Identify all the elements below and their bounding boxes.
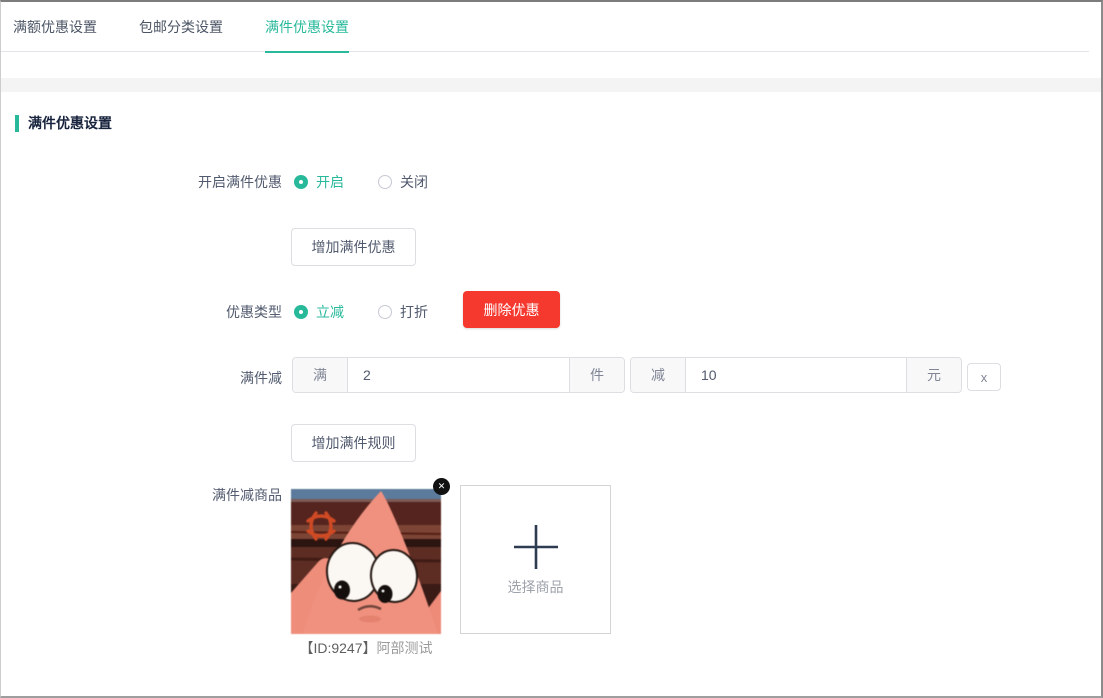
- select-product-button[interactable]: 选择商品: [460, 485, 611, 634]
- product-name: 阿部测试: [376, 640, 433, 656]
- product-image: [291, 489, 441, 634]
- radio-on-label: 开启: [316, 174, 344, 190]
- products-label: 满件减商品: [212, 487, 282, 503]
- add-rule-button[interactable]: 增加满件规则: [291, 424, 416, 462]
- type-radio-group: 立减 打折: [294, 302, 462, 322]
- section-header: 满件优惠设置: [15, 113, 112, 133]
- radio-percent-off-label: 打折: [400, 304, 428, 320]
- delete-discount-button[interactable]: 删除优惠: [463, 291, 560, 328]
- plus-icon: [513, 525, 558, 569]
- product-caption: 【ID:9247】阿部测试: [281, 638, 451, 658]
- section-divider: [1, 78, 1101, 92]
- quantity-input-group: 满 件: [292, 357, 625, 393]
- radio-selected-icon: [294, 175, 308, 189]
- tab-quantity-discount[interactable]: 满件优惠设置: [265, 2, 349, 53]
- enable-discount-label: 开启满件优惠: [198, 174, 282, 190]
- tab-full-amount-discount[interactable]: 满额优惠设置: [13, 2, 97, 52]
- section-accent-bar: [15, 114, 19, 132]
- amount-prefix-label: 减: [631, 358, 686, 392]
- amount-input-group: 减 元: [630, 357, 962, 393]
- radio-enable-off[interactable]: 关闭: [378, 172, 428, 192]
- remove-rule-button[interactable]: x: [967, 363, 1001, 391]
- rule-label: 满件减: [240, 370, 282, 386]
- radio-type-percent-off[interactable]: 打折: [378, 302, 428, 322]
- quantity-input[interactable]: [348, 358, 569, 392]
- quantity-prefix-label: 满: [293, 358, 348, 392]
- tab-free-shipping-category[interactable]: 包邮分类设置: [139, 2, 223, 52]
- radio-selected-icon: [294, 305, 308, 319]
- amount-input[interactable]: [686, 358, 906, 392]
- radio-unselected-icon: [378, 305, 392, 319]
- discount-settings-page: 满额优惠设置 包邮分类设置 满件优惠设置 满件优惠设置 开启满件优惠 开启 关闭…: [0, 0, 1103, 698]
- remove-product-icon[interactable]: ✕: [433, 478, 450, 495]
- page-title: 满件优惠设置: [28, 115, 112, 131]
- discount-type-label: 优惠类型: [226, 304, 282, 320]
- tabs-bar: 满额优惠设置 包邮分类设置 满件优惠设置: [1, 2, 1089, 53]
- radio-minus-label: 立减: [316, 304, 344, 320]
- product-id: 【ID:9247】: [299, 640, 377, 656]
- quantity-suffix-label: 件: [569, 358, 624, 392]
- amount-suffix-label: 元: [906, 358, 961, 392]
- radio-off-label: 关闭: [400, 174, 428, 190]
- product-thumbnail: [291, 489, 441, 634]
- enable-radio-group: 开启 关闭: [294, 172, 462, 192]
- add-discount-button[interactable]: 增加满件优惠: [291, 228, 416, 266]
- radio-unselected-icon: [378, 175, 392, 189]
- radio-enable-on[interactable]: 开启: [294, 172, 344, 192]
- radio-type-minus[interactable]: 立减: [294, 302, 344, 322]
- select-product-label: 选择商品: [507, 579, 564, 595]
